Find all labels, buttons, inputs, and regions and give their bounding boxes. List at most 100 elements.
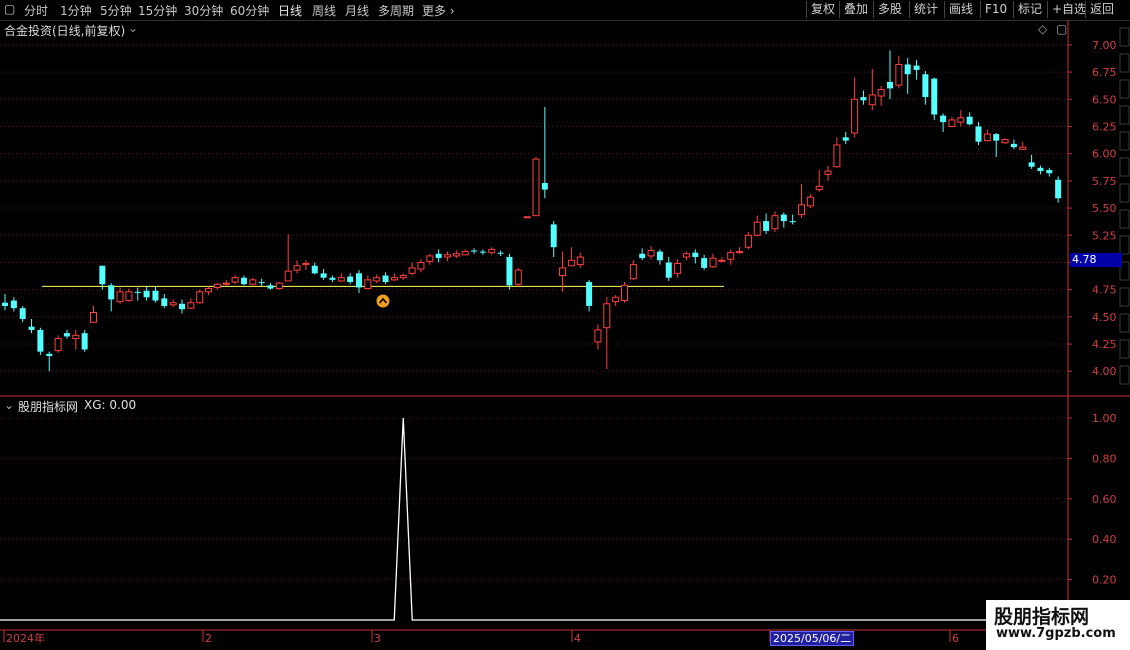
tab-3[interactable]: 15分钟 bbox=[138, 2, 177, 19]
toolbar-button-8[interactable]: 返回 bbox=[1085, 1, 1118, 18]
candle-body bbox=[399, 275, 407, 279]
candle-body bbox=[426, 255, 434, 262]
buy-signal-icon bbox=[376, 294, 390, 308]
date-tick-label: 2 bbox=[205, 632, 212, 645]
side-legend-mark bbox=[1119, 105, 1130, 125]
side-legend-mark bbox=[1119, 157, 1130, 177]
candle-body bbox=[1046, 169, 1053, 174]
toolbar-button-0[interactable]: 复权 bbox=[806, 1, 839, 18]
candle-body bbox=[887, 81, 893, 89]
candle-body bbox=[231, 277, 239, 283]
candle-body bbox=[213, 283, 221, 288]
candle-body bbox=[99, 265, 106, 285]
price-tick-label: 5.50 bbox=[1092, 202, 1117, 215]
price-tick-label: 4.75 bbox=[1092, 284, 1117, 297]
chevron-down-icon[interactable]: ⌄ bbox=[128, 21, 138, 35]
candle-body bbox=[993, 134, 1000, 141]
candle-body bbox=[497, 252, 504, 254]
date-tick-label: 2024年 bbox=[6, 631, 45, 645]
tab-1[interactable]: 1分钟 bbox=[60, 2, 92, 19]
candle-body bbox=[19, 308, 26, 320]
candle-body bbox=[471, 250, 478, 252]
indicator-tick-label: 0.40 bbox=[1092, 533, 1117, 546]
candle-body bbox=[612, 296, 620, 303]
candle-body bbox=[267, 285, 274, 289]
candle-body bbox=[116, 291, 124, 303]
candle-body bbox=[54, 338, 62, 352]
tab-5[interactable]: 60分钟 bbox=[230, 2, 269, 19]
candle-body bbox=[108, 285, 115, 300]
price-tick-label: 4.25 bbox=[1092, 338, 1117, 351]
candle-body bbox=[727, 252, 735, 260]
candle-body bbox=[293, 265, 301, 271]
side-legend-mark bbox=[1119, 365, 1130, 385]
date-tick-label: 4 bbox=[574, 632, 581, 645]
tab-0[interactable]: 分时 bbox=[24, 2, 48, 19]
toolbar-menu-icon[interactable]: ▢ bbox=[4, 2, 15, 16]
candle-body bbox=[2, 302, 8, 306]
candle-body bbox=[550, 224, 557, 248]
toolbar: ▢ 分时 1分钟 5分钟 15分钟 30分钟 60分钟 日线 周线 月线 多周期 更多 › 复权 叠加… bbox=[0, 0, 1130, 21]
candle-body bbox=[179, 303, 185, 310]
candle-body bbox=[567, 259, 575, 267]
candle-body bbox=[417, 261, 425, 270]
candle-body bbox=[222, 282, 230, 285]
tab-6[interactable]: 日线 bbox=[278, 2, 302, 19]
candle-body bbox=[656, 251, 663, 261]
side-legend-mark bbox=[1119, 27, 1130, 47]
candle-body bbox=[523, 216, 531, 219]
tab-8[interactable]: 月线 bbox=[345, 2, 369, 19]
candle-body bbox=[966, 116, 973, 125]
candle-body bbox=[461, 251, 469, 256]
candle-body bbox=[1010, 143, 1017, 148]
candle-body bbox=[196, 291, 204, 304]
xg-signal-line bbox=[0, 417, 1068, 621]
candle-body bbox=[28, 326, 35, 330]
date-tick-label: 6 bbox=[952, 632, 959, 645]
indicator-tick-label: 0.60 bbox=[1092, 493, 1117, 506]
toolbar-button-2[interactable]: 多股 bbox=[873, 1, 906, 18]
candle-body bbox=[860, 97, 867, 101]
candle-body bbox=[629, 264, 637, 280]
candle-body bbox=[674, 263, 682, 274]
candle-body bbox=[780, 214, 787, 222]
side-legend-mark bbox=[1119, 53, 1130, 73]
tab-2[interactable]: 5分钟 bbox=[100, 2, 132, 19]
toolbar-button-3[interactable]: 统计 bbox=[909, 1, 942, 18]
toolbar-button-6[interactable]: 标记 bbox=[1013, 1, 1046, 18]
price-tick-label: 6.00 bbox=[1092, 148, 1117, 161]
candle-body bbox=[736, 251, 744, 254]
tab-4[interactable]: 30分钟 bbox=[184, 2, 223, 19]
indicator-tick-label: 0.80 bbox=[1092, 452, 1117, 465]
toolbar-button-7[interactable]: +自选 bbox=[1047, 1, 1090, 18]
candle-body bbox=[488, 248, 496, 254]
chart-canvas[interactable]: 7.006.756.506.256.005.755.505.255.004.75… bbox=[0, 20, 1130, 650]
tab-9[interactable]: 多周期 bbox=[378, 2, 414, 19]
candle-body bbox=[302, 263, 310, 266]
tab-7[interactable]: 周线 bbox=[312, 2, 336, 19]
toolbar-button-1[interactable]: 叠加 bbox=[839, 1, 872, 18]
candle-body bbox=[72, 334, 80, 340]
tab-10[interactable]: 更多 › bbox=[422, 2, 455, 19]
diamond-icon[interactable]: ◇ bbox=[1038, 22, 1047, 36]
candle-body bbox=[586, 282, 593, 306]
candle-body bbox=[169, 302, 177, 306]
price-tick-label: 6.75 bbox=[1092, 66, 1117, 79]
candle-body bbox=[851, 98, 859, 134]
candle-body bbox=[701, 258, 708, 268]
candle-body bbox=[931, 78, 938, 115]
toolbar-button-4[interactable]: 画线 bbox=[944, 1, 977, 18]
indicator-chevron-icon[interactable]: ⌄ bbox=[4, 398, 14, 412]
window-icon[interactable]: ▢ bbox=[1056, 22, 1067, 36]
candle-body bbox=[284, 270, 292, 282]
candle-body bbox=[134, 291, 141, 293]
candle-body bbox=[187, 302, 195, 309]
candle-body bbox=[665, 262, 672, 278]
candle-body bbox=[320, 273, 327, 278]
toolbar-button-5[interactable]: F10 bbox=[980, 1, 1011, 18]
price-tick-label: 7.00 bbox=[1092, 39, 1117, 52]
candle-body bbox=[789, 221, 796, 223]
candle-body bbox=[798, 204, 805, 216]
candle-body bbox=[81, 333, 88, 350]
candle-body bbox=[603, 303, 611, 329]
